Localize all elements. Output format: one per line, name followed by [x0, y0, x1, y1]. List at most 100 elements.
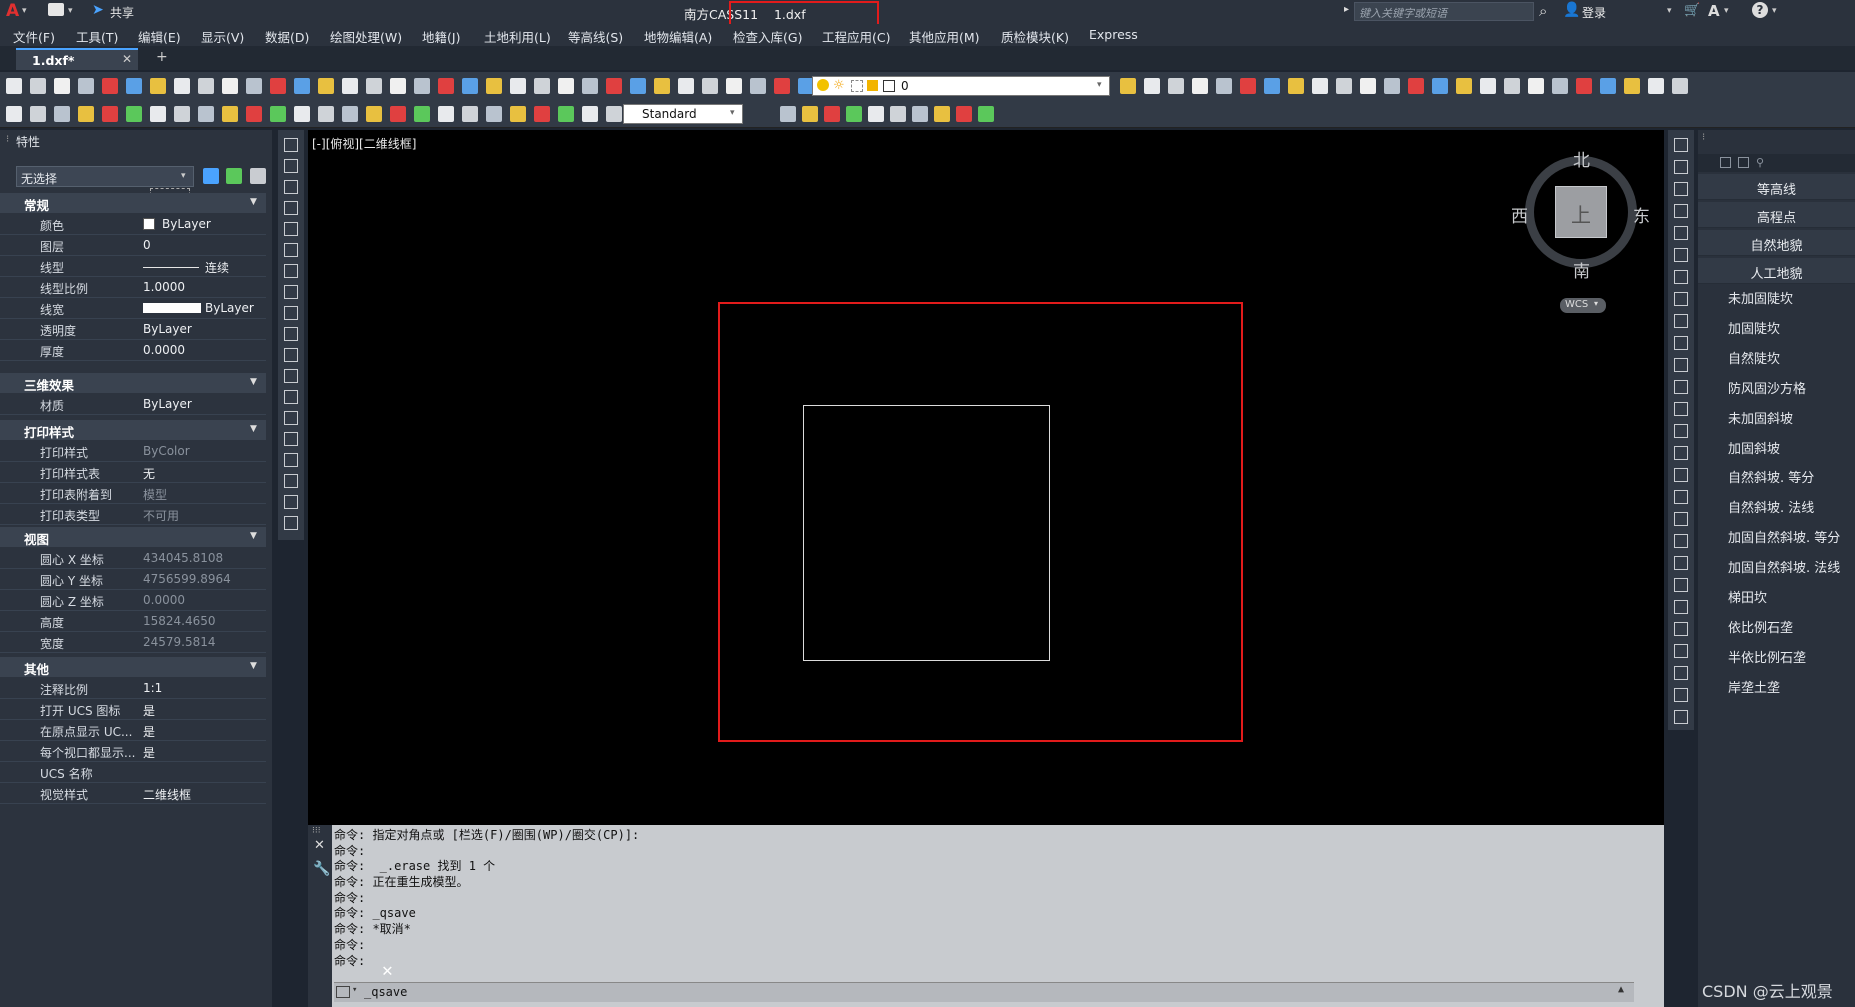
palette-item[interactable]: 未加固陡坎	[1728, 288, 1855, 307]
palette-item[interactable]: 加固陡坎	[1728, 318, 1855, 337]
share-icon[interactable]: ➤	[92, 2, 104, 18]
property-row[interactable]: 圆心 Z 坐标 0.0000	[0, 590, 266, 611]
vertical-tool-icon[interactable]	[284, 348, 298, 362]
command-prompt-chevron-icon[interactable]: ▾	[352, 985, 357, 995]
toolbar-tool-icon[interactable]	[486, 78, 502, 94]
toolbar-tool-icon[interactable]	[750, 78, 766, 94]
vertical-tool-icon[interactable]	[284, 285, 298, 299]
toolbar-tool-icon[interactable]	[1264, 78, 1280, 94]
command-grip-icon[interactable]: ⁝⁝⁝	[312, 826, 321, 836]
modify-tool-icon[interactable]	[1674, 644, 1688, 658]
toolbar-tool-icon[interactable]	[1168, 78, 1184, 94]
toolbar-draw-icon[interactable]	[824, 106, 840, 122]
palette-item[interactable]: 防风固沙方格	[1728, 378, 1855, 397]
app-menu-chevron-icon[interactable]: ▾	[22, 6, 27, 16]
property-row[interactable]: 材质 ByLayer	[0, 394, 266, 415]
modify-tool-icon[interactable]	[1674, 490, 1688, 504]
vertical-tool-icon[interactable]	[284, 453, 298, 467]
palette-item[interactable]: 岸垄土垄	[1728, 677, 1855, 696]
modify-tool-icon[interactable]	[1674, 534, 1688, 548]
compass-east[interactable]: 东	[1633, 202, 1650, 227]
property-row[interactable]: 高度 15824.4650	[0, 611, 266, 632]
toolbar-tool-icon[interactable]	[294, 78, 310, 94]
toolbar-tool-icon[interactable]	[1192, 78, 1208, 94]
toolbar-tool-icon[interactable]	[1480, 78, 1496, 94]
modify-tool-icon[interactable]	[1674, 600, 1688, 614]
modify-tool-icon[interactable]	[1674, 688, 1688, 702]
palette-category[interactable]: 等高线	[1698, 174, 1855, 200]
property-row[interactable]: 打印表类型 不可用	[0, 504, 266, 525]
toolbar-draw-icon[interactable]	[6, 106, 22, 122]
modify-tool-icon[interactable]	[1674, 226, 1688, 240]
toolbar-tool-icon[interactable]	[726, 78, 742, 94]
toolbar-tool-icon[interactable]	[1432, 78, 1448, 94]
toolbar-tool-icon[interactable]	[1528, 78, 1544, 94]
palette-category[interactable]: 人工地貌	[1698, 258, 1855, 284]
toolbar-draw-icon[interactable]	[978, 106, 994, 122]
vertical-tool-icon[interactable]	[284, 369, 298, 383]
toolbar-draw-icon[interactable]	[890, 106, 906, 122]
property-row[interactable]: 打印样式 ByColor	[0, 441, 266, 462]
palette-grid-view-icon[interactable]	[1720, 157, 1731, 168]
palette-item[interactable]: 加固斜坡	[1728, 438, 1855, 457]
property-row[interactable]: 颜色 ByLayer	[0, 214, 266, 235]
toolbar-tool-icon[interactable]	[702, 78, 718, 94]
toolbar-draw-icon[interactable]	[126, 106, 142, 122]
toolbar-tool-icon[interactable]	[174, 78, 190, 94]
toolbar-draw-icon[interactable]	[414, 106, 430, 122]
folder-chevron-icon[interactable]: ▾	[68, 6, 73, 16]
property-row[interactable]: 注释比例 1:1	[0, 678, 266, 699]
modify-tool-icon[interactable]	[1674, 336, 1688, 350]
modify-tool-icon[interactable]	[1674, 138, 1688, 152]
modify-tool-icon[interactable]	[1674, 578, 1688, 592]
vertical-tool-icon[interactable]	[284, 495, 298, 509]
modify-tool-icon[interactable]	[1674, 314, 1688, 328]
toolbar-draw-icon[interactable]	[802, 106, 818, 122]
toolbar-draw-icon[interactable]	[846, 106, 862, 122]
collapse-chevron-icon[interactable]: ▼	[250, 531, 257, 541]
toolbar-tool-icon[interactable]	[222, 78, 238, 94]
palette-item[interactable]: 梯田坎	[1728, 587, 1855, 606]
toolbar-draw-icon[interactable]	[534, 106, 550, 122]
toolbar-tool-icon[interactable]	[366, 78, 382, 94]
white-square-entity[interactable]	[803, 405, 1050, 661]
property-row[interactable]: 打印样式表 无	[0, 462, 266, 483]
autodesk-chevron-icon[interactable]: ▾	[1724, 6, 1729, 16]
viewcube[interactable]: 上 北 南 东 西	[1511, 151, 1650, 282]
section-header[interactable]: 打印样式	[0, 420, 266, 440]
toolbar-draw-icon[interactable]	[198, 106, 214, 122]
palette-category[interactable]: 高程点	[1698, 202, 1855, 228]
open-folder-icon[interactable]	[48, 3, 64, 16]
vertical-tool-icon[interactable]	[284, 411, 298, 425]
toolbar-draw-icon[interactable]	[270, 106, 286, 122]
toolbar-draw-icon[interactable]	[956, 106, 972, 122]
vertical-tool-icon[interactable]	[284, 222, 298, 236]
close-icon[interactable]: ✕	[122, 52, 132, 66]
toolbar-draw-icon[interactable]	[486, 106, 502, 122]
menu-view[interactable]: 显示(V)	[201, 27, 244, 46]
vertical-tool-icon[interactable]	[284, 390, 298, 404]
toolbar-tool-icon[interactable]	[1360, 78, 1376, 94]
toolbar-tool-icon[interactable]	[1456, 78, 1472, 94]
menu-tools[interactable]: 工具(T)	[76, 27, 118, 46]
property-row[interactable]: 打印表附着到 模型	[0, 483, 266, 504]
palette-item[interactable]: 自然斜坡. 等分	[1728, 467, 1855, 486]
modify-tool-icon[interactable]	[1674, 402, 1688, 416]
tab-document[interactable]: 1.dxf* ✕	[16, 48, 138, 70]
vertical-tool-icon[interactable]	[284, 243, 298, 257]
toolbar-tool-icon[interactable]	[54, 78, 70, 94]
property-row[interactable]: 圆心 Y 坐标 4756599.8964	[0, 569, 266, 590]
toolbar-draw-icon[interactable]	[174, 106, 190, 122]
compass-south[interactable]: 南	[1573, 257, 1590, 282]
expand-arrow-icon[interactable]: ▸	[1344, 4, 1349, 15]
toolbar-tool-icon[interactable]	[1288, 78, 1304, 94]
wcs-dropdown[interactable]: WCS ▾	[1560, 298, 1606, 313]
toolbar-tool-icon[interactable]	[198, 78, 214, 94]
property-row[interactable]: 透明度 ByLayer	[0, 319, 266, 340]
vertical-tool-icon[interactable]	[284, 474, 298, 488]
toolbar-tool-icon[interactable]	[150, 78, 166, 94]
modify-tool-icon[interactable]	[1674, 622, 1688, 636]
modify-tool-icon[interactable]	[1674, 666, 1688, 680]
toolbar-tool-icon[interactable]	[102, 78, 118, 94]
property-row[interactable]: 圆心 X 坐标 434045.8108	[0, 548, 266, 569]
